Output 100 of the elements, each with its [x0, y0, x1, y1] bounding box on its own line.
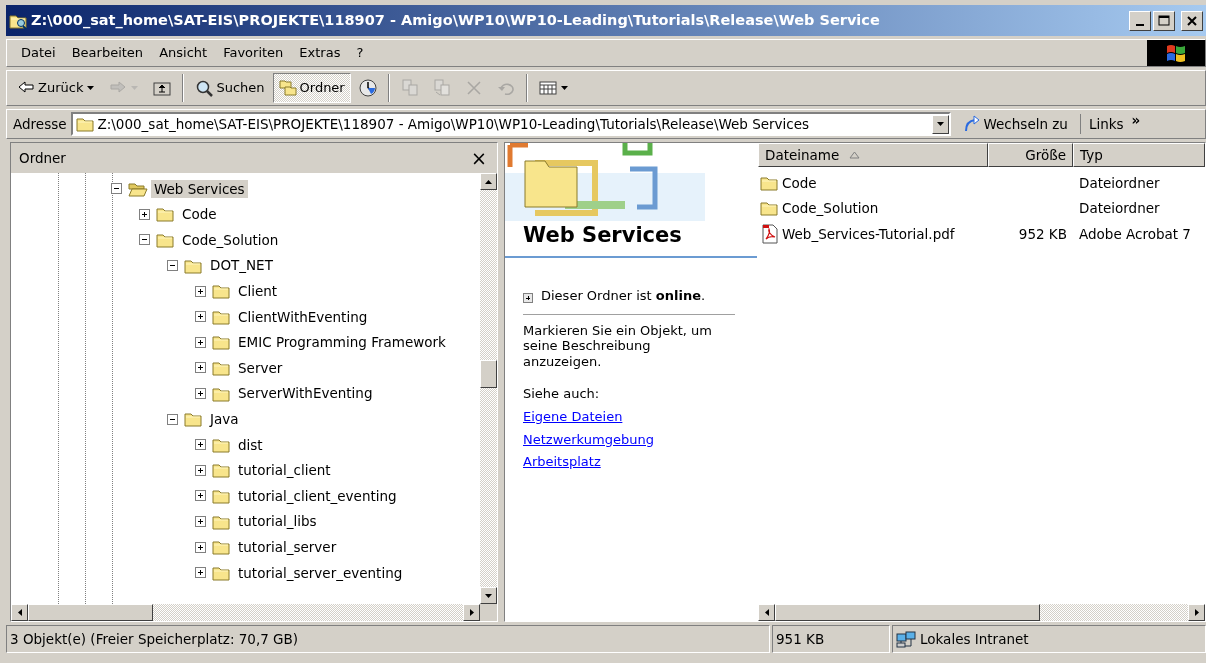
file-name[interactable]: Web_Services-Tutorial.pdf	[782, 225, 955, 242]
search-button[interactable]: Suchen	[189, 73, 271, 103]
scroll-thumb[interactable]	[28, 604, 153, 621]
tree-item[interactable]: tutorial_server	[235, 538, 340, 557]
expand-icon[interactable]	[195, 388, 206, 400]
right-arrow-icon	[468, 608, 475, 617]
horizontal-scrollbar[interactable]	[758, 604, 1205, 621]
grid-view-icon	[538, 79, 557, 97]
curved-arrow-icon	[962, 115, 981, 133]
window-title: Z:\000_sat_home\SAT-EIS\PROJEKTE\118907 - Amigo\WP10\WP10-Leading\Tutorials\Release\Web Service	[31, 11, 881, 30]
expand-icon[interactable]	[195, 516, 206, 527]
menu-item[interactable]: Bearbeiten	[63, 43, 152, 63]
expand-icon[interactable]	[195, 541, 206, 553]
pane-title: Ordner	[19, 149, 66, 167]
tree-item[interactable]: Server	[235, 358, 286, 378]
caret-icon	[559, 85, 569, 91]
expand-icon[interactable]	[139, 208, 150, 220]
back-button[interactable]: Zurück	[11, 73, 102, 103]
close-button[interactable]	[1181, 10, 1203, 31]
folder-icon	[212, 538, 232, 557]
column-header[interactable]: Größe	[988, 143, 1073, 167]
down-arrow-icon	[484, 592, 493, 599]
expand-icon[interactable]	[195, 336, 206, 348]
go-button[interactable]: Wechseln zu	[954, 113, 1076, 135]
collapse-icon[interactable]	[139, 234, 150, 246]
folder-icon	[156, 205, 176, 224]
minimize-button[interactable]	[1129, 10, 1151, 31]
expand-icon[interactable]	[195, 464, 206, 476]
tree-item[interactable]: tutorial_client_eventing	[235, 486, 400, 505]
expand-icon[interactable]	[195, 285, 206, 297]
tree-item[interactable]: dist	[235, 435, 266, 454]
folder-up-icon	[153, 79, 172, 97]
collapse-icon[interactable]	[111, 183, 122, 195]
menu-item[interactable]: Datei	[13, 43, 64, 63]
folder-icon	[212, 333, 232, 352]
column-header[interactable]: Typ	[1073, 143, 1205, 167]
magnifier-icon	[195, 79, 214, 97]
zone-label: Lokales Intranet	[920, 630, 1029, 648]
move-pages-icon	[400, 79, 419, 97]
maximize-button[interactable]	[1153, 10, 1175, 31]
maximize-icon	[1158, 15, 1170, 26]
expand-icon[interactable]	[195, 311, 206, 323]
expand-icon[interactable]	[195, 439, 206, 451]
expand-icon[interactable]	[195, 490, 206, 502]
up-arrow-icon	[484, 178, 493, 185]
tree-item[interactable]: EMIC Programming Framework	[235, 333, 449, 352]
status-text: Dieser Ordner ist online.	[541, 288, 706, 304]
vertical-scrollbar[interactable]	[480, 173, 497, 604]
folder-icon	[156, 231, 176, 249]
links-button[interactable]: Links »	[1079, 113, 1145, 135]
tree-item[interactable]: tutorial_server_eventing	[235, 563, 406, 582]
tree-item[interactable]: Code_Solution	[179, 230, 282, 250]
selection-size: 951 KB	[776, 630, 825, 648]
horizontal-scrollbar[interactable]	[11, 604, 497, 621]
file-type: Dateiordner	[1079, 174, 1160, 191]
pdf-file-icon	[760, 223, 780, 244]
menu-item[interactable]: Favoriten	[215, 43, 292, 63]
close-icon	[1187, 15, 1197, 26]
folder-heading: Web Services	[505, 221, 757, 259]
hint-text: Markieren Sie ein Objekt, um seine Beschreibung anzuzeigen.	[523, 322, 713, 370]
tree-item[interactable]: tutorial_libs	[235, 512, 320, 531]
collapse-icon[interactable]	[167, 260, 178, 272]
tree-item[interactable]: Client	[235, 282, 281, 301]
expand-icon[interactable]	[195, 567, 206, 579]
menu-item[interactable]: Ansicht	[151, 43, 216, 63]
expand-icon[interactable]	[195, 362, 206, 374]
tree-item[interactable]: ServerWithEventing	[235, 384, 376, 403]
column-header[interactable]: Dateiname	[758, 143, 988, 167]
clock-icon	[358, 79, 377, 97]
menu-item[interactable]: Extras	[291, 43, 349, 63]
link[interactable]: Netzwerkumgebung	[523, 431, 735, 448]
expand-icon[interactable]	[523, 293, 533, 303]
tree-item[interactable]: Web Services	[151, 179, 248, 198]
scroll-thumb[interactable]	[775, 604, 1040, 621]
tree-item[interactable]: ClientWithEventing	[235, 307, 371, 326]
caret-icon	[935, 121, 945, 127]
folders-button[interactable]: Ordner	[272, 73, 351, 103]
menu-item[interactable]: ?	[348, 43, 372, 63]
scroll-thumb[interactable]	[480, 360, 497, 388]
link[interactable]: Arbeitsplatz	[523, 454, 735, 470]
tree-item[interactable]: Java	[207, 410, 242, 429]
windows-flag-icon	[1165, 43, 1187, 63]
folder-icon	[184, 410, 204, 429]
folder-icon	[75, 115, 94, 133]
dropdown-button[interactable]	[931, 114, 949, 134]
address-field[interactable]: Z:\000_sat_home\SAT-EIS\PROJEKTE\118907 - Amigo\WP10\WP10-Leading\Tutorials\Release\Web Services	[70, 112, 951, 136]
scrollbar-corner	[480, 604, 497, 621]
file-name[interactable]: Code_Solution	[782, 200, 879, 217]
link[interactable]: Eigene Dateien	[523, 409, 735, 425]
tree-item[interactable]: DOT_NET	[207, 256, 276, 275]
network-icon	[896, 630, 916, 648]
file-name[interactable]: Code	[782, 174, 817, 191]
tree-item[interactable]: Code	[179, 205, 220, 224]
file-type: Dateiordner	[1079, 200, 1160, 217]
close-pane-button[interactable]: ×	[469, 148, 489, 168]
left-arrow-icon	[16, 608, 23, 617]
tree-item[interactable]: tutorial_client	[235, 461, 334, 480]
delete-icon	[464, 79, 483, 97]
copy-pages-icon	[432, 79, 451, 97]
collapse-icon[interactable]	[167, 413, 178, 425]
